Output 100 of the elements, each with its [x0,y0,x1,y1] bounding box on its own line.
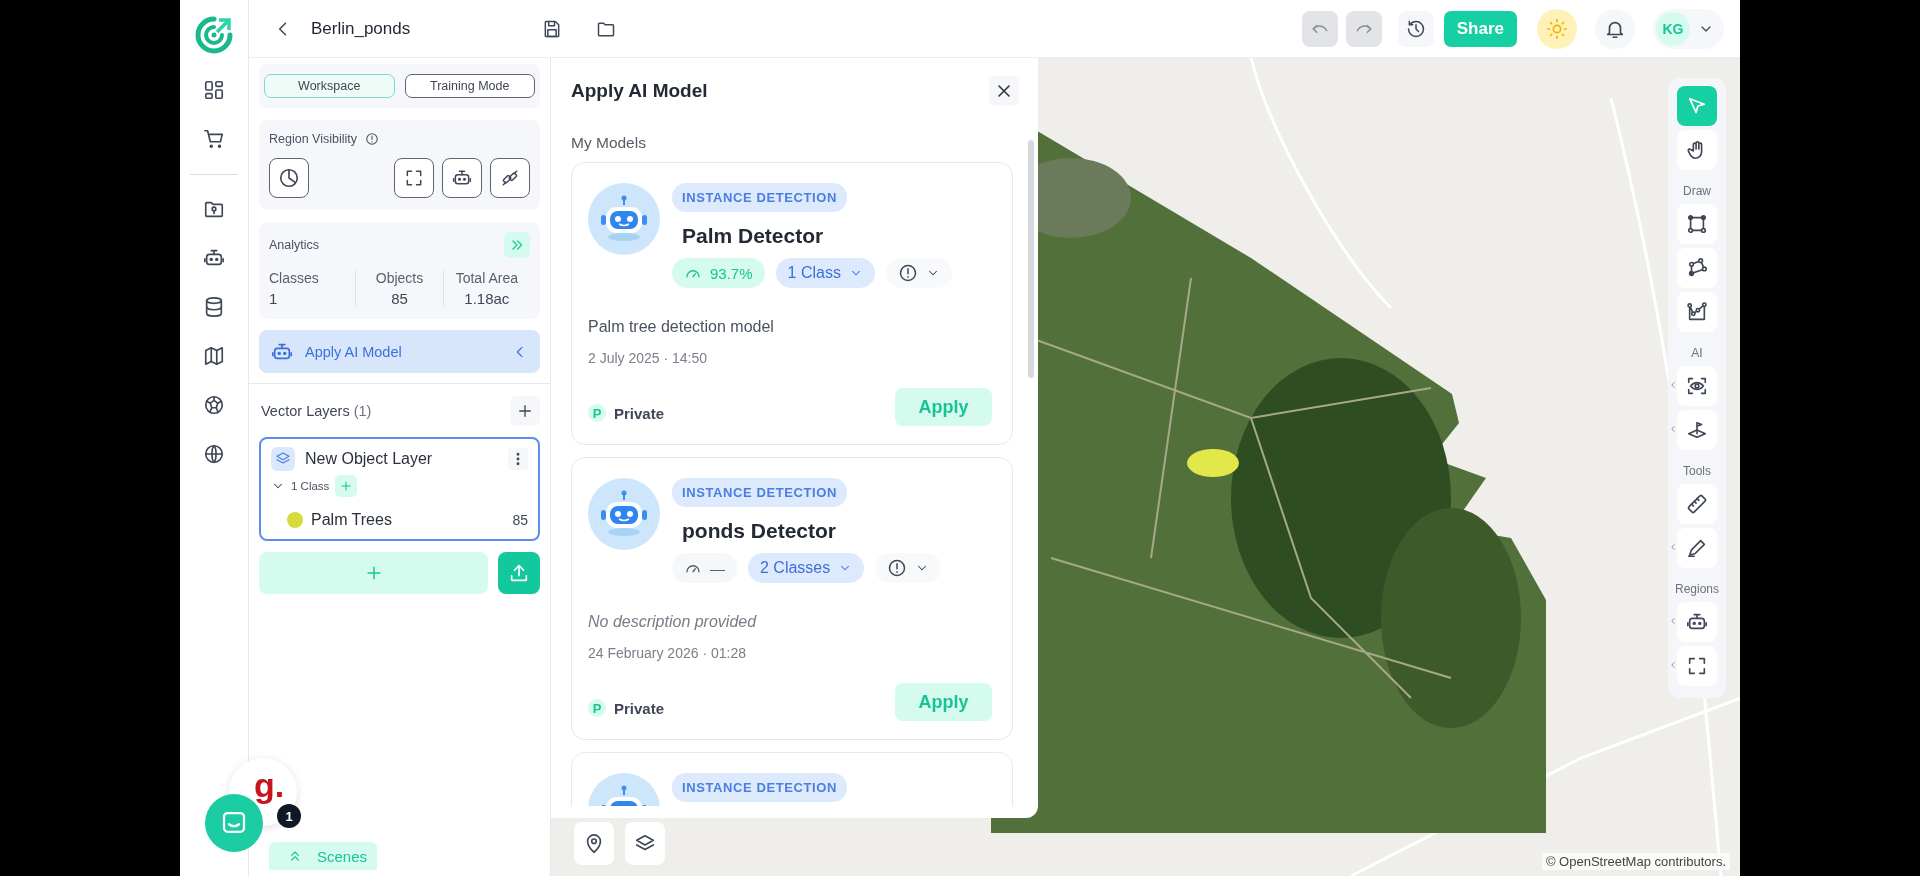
model-description: No description provided [588,613,758,631]
section-title: Analytics [269,238,320,252]
tool-button[interactable] [1677,646,1717,686]
tool-button[interactable] [1677,248,1717,288]
model-type-tag: INSTANCE DETECTION [672,773,847,802]
toolbar-heading: Draw [1683,184,1711,198]
robot-button[interactable] [442,158,482,198]
pie-chart-icon [278,167,300,189]
flag-icon [1686,419,1708,441]
stat-value: 85 [391,290,408,307]
palm-detection-overlay [1187,449,1239,477]
tool-button[interactable] [1677,602,1717,642]
apply-button[interactable]: Apply [895,683,992,721]
stat-value: 1 [269,290,278,307]
tool-button[interactable] [1677,366,1717,406]
notifications-button[interactable] [1595,8,1635,49]
tool-button[interactable] [1677,204,1717,244]
ball-icon [203,394,225,416]
model-name: ponds Detector [682,519,836,543]
map-attribution: © OpenStreetMap contributors. [1541,853,1730,870]
layers-button[interactable] [625,822,665,865]
dashboard-icon [203,79,225,101]
accuracy-chip: 93.7% [672,258,765,288]
app-logo [193,14,235,56]
stat-label: Total Area [455,270,518,286]
dumbbell-button[interactable] [490,158,530,198]
tool-button[interactable] [1677,410,1717,450]
upload-icon [508,562,530,584]
share-button[interactable]: Share [1443,10,1517,47]
section-title: Region Visibility [269,132,357,146]
tool-button[interactable] [1677,484,1717,524]
info-icon [365,132,379,146]
close-button[interactable] [989,76,1019,106]
info-dropdown[interactable] [885,258,952,288]
class-object-count: 85 [512,512,528,528]
pie-chart-button[interactable] [269,158,309,198]
layers-icon [271,447,295,471]
apply-button[interactable]: Apply [895,388,992,426]
info-dropdown[interactable] [875,553,942,583]
robot-avatar-icon [588,478,660,550]
mode-tab[interactable]: Training Mode [404,74,535,98]
model-type-tag: INSTANCE DETECTION [672,183,847,212]
visibility-badge: P [588,699,606,717]
location-button[interactable] [574,822,614,865]
sun-icon [1546,17,1568,40]
history-button[interactable] [1397,10,1434,47]
layer-name: New Object Layer [305,450,434,468]
alert-icon [897,263,918,283]
stat-label: Classes [269,270,319,286]
ruler-icon [1686,493,1708,515]
classes-dropdown[interactable]: 2 Classes [748,553,865,583]
user-menu-button[interactable]: KG [1653,8,1724,49]
classes-dropdown[interactable]: 1 Class [775,258,875,288]
add-layer-button[interactable] [510,396,540,426]
theme-toggle-button[interactable] [1537,8,1577,49]
apply-ai-model-button[interactable]: Apply AI Model [259,330,540,373]
pen-icon [1686,537,1708,559]
chat-logo[interactable]: g. [253,765,285,805]
model-description: Palm tree detection model [588,318,775,336]
robot-avatar-icon [588,183,660,255]
robot-icon [452,168,472,188]
notification-badge: 1 [277,804,301,828]
history-icon [1405,18,1426,39]
class-count: 1 Class [291,480,330,492]
fullscreen-button[interactable] [394,158,434,198]
more-button[interactable] [508,448,528,470]
accuracy-chip: — [672,553,737,583]
stat-label: Objects [375,270,424,286]
scenes-button[interactable]: Scenes [269,842,377,870]
layer-card[interactable]: New Object Layer 1 Class Palm Trees 85 [259,437,540,541]
cart-icon [203,128,225,150]
fullscreen-icon [1686,655,1708,677]
tool-button[interactable] [1677,130,1717,170]
visibility-label: Private [614,699,665,717]
model-date: 24 February 2026 · 01:28 [588,645,747,661]
mode-tab[interactable]: Workspace [264,74,395,98]
stat-value: 1.18ac [464,290,510,307]
user-avatar: KG [1656,11,1690,46]
map-icon [203,345,225,367]
scrollbar-thumb[interactable] [1028,140,1034,378]
polyline-icon [1686,301,1708,323]
section-title: My Models [571,134,647,152]
alert-icon [887,558,908,578]
database-icon [203,296,225,318]
tool-button[interactable] [1677,528,1717,568]
visibility-label: Private [614,404,665,422]
project-title: Berlin_ponds [311,18,411,39]
rectangle-icon [1686,213,1708,235]
panel-title: Apply AI Model [571,80,708,102]
model-name: Palm Detector [682,224,824,248]
polygon-icon [1686,257,1708,279]
section-title: Vector Layers (1) [261,403,372,419]
dumbbell-icon [500,168,520,188]
fullscreen-icon [404,168,424,188]
toolbar-heading: Regions [1675,582,1719,596]
tool-button[interactable] [1677,292,1717,332]
class-name: Palm Trees [311,511,393,529]
toolbar-heading: Tools [1683,464,1711,478]
visibility-badge: P [588,404,606,422]
model-type-tag: INSTANCE DETECTION [672,478,847,507]
